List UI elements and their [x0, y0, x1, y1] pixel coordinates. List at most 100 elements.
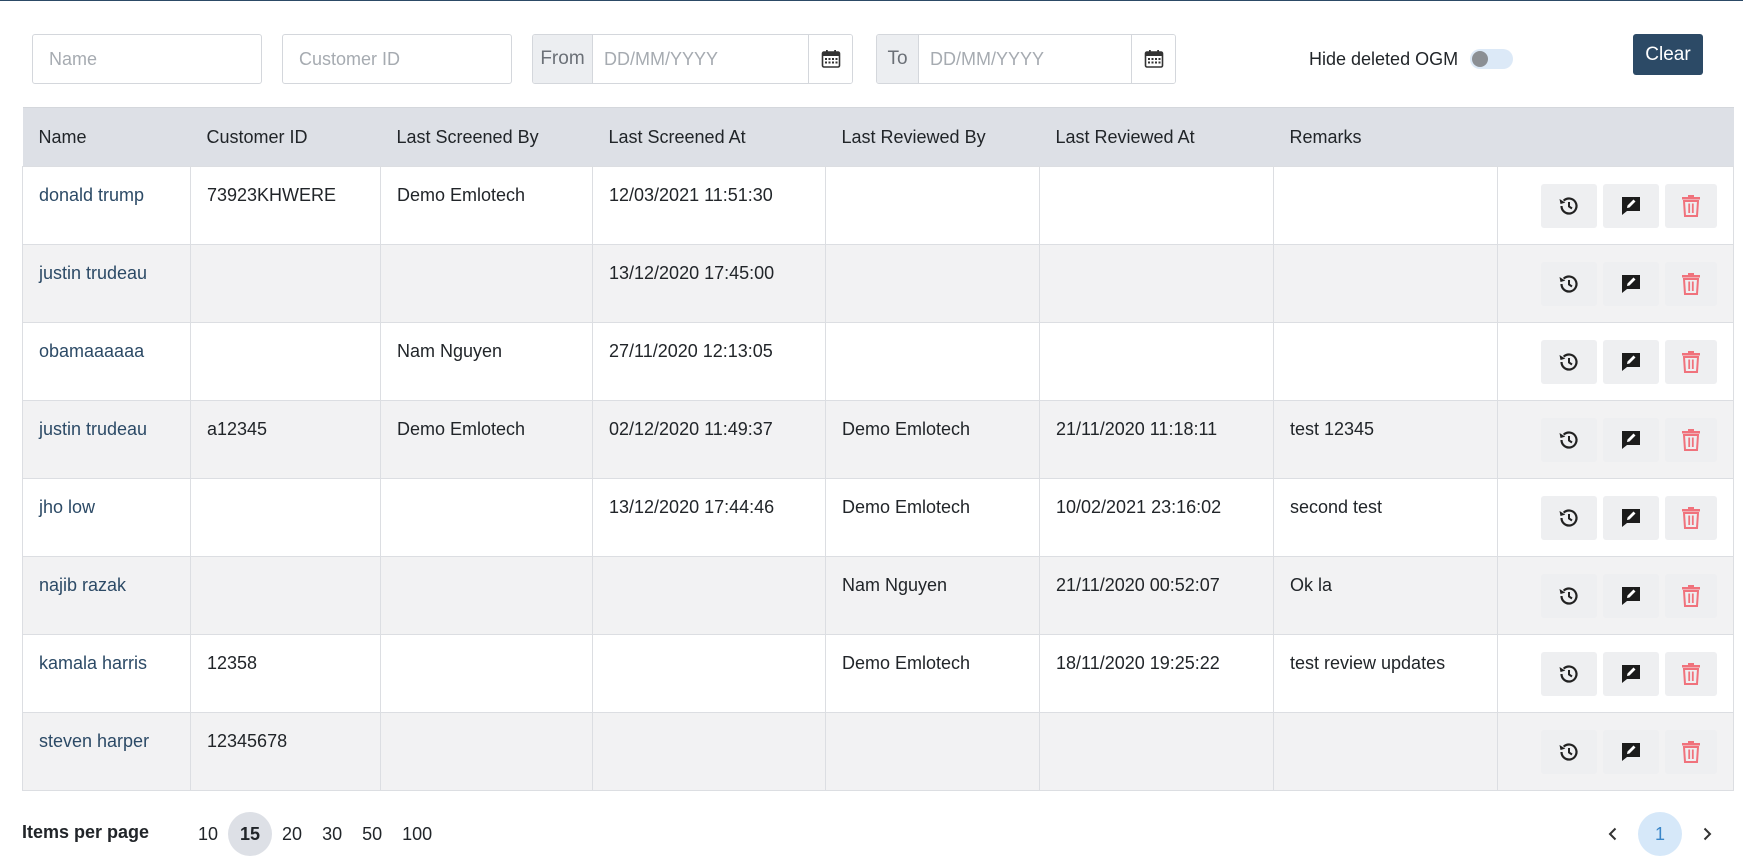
history-icon — [1559, 508, 1578, 527]
cell-last-screened-by: Demo Emlotech — [380, 166, 593, 245]
chevron-left-icon — [1608, 827, 1617, 841]
cell-name: najib razak — [22, 556, 191, 635]
delete-button[interactable] — [1665, 417, 1717, 462]
delete-button[interactable] — [1665, 261, 1717, 306]
cell-last-reviewed-at: 18/11/2020 19:25:22 — [1039, 634, 1274, 713]
cell-last-reviewed-at: 21/11/2020 11:18:11 — [1039, 400, 1274, 479]
cell-remarks: test 12345 — [1273, 400, 1498, 479]
cell-last-screened-at: 27/11/2020 12:13:05 — [592, 322, 826, 401]
to-date-input[interactable] — [919, 35, 1131, 83]
review-button[interactable] — [1603, 729, 1659, 774]
cell-last-reviewed-by: Demo Emlotech — [825, 634, 1040, 713]
row-actions — [1514, 651, 1717, 696]
history-button[interactable] — [1541, 495, 1597, 540]
review-button[interactable] — [1603, 573, 1659, 618]
customer-name-link[interactable]: najib razak — [39, 575, 126, 595]
review-button[interactable] — [1603, 183, 1659, 228]
history-button[interactable] — [1541, 261, 1597, 306]
items-per-page-options: 10 15 20 30 50 100 — [188, 812, 442, 856]
delete-button[interactable] — [1665, 183, 1717, 228]
cell-customer-id: 12358 — [190, 634, 381, 713]
comment-edit-icon — [1622, 196, 1640, 215]
cell-last-screened-by — [380, 712, 593, 791]
comment-edit-icon — [1622, 430, 1640, 449]
delete-button[interactable] — [1665, 651, 1717, 696]
cell-customer-id: 12345678 — [190, 712, 381, 791]
customer-name-link[interactable]: donald trump — [39, 185, 144, 205]
column-header-last-reviewed-at[interactable]: Last Reviewed At — [1039, 107, 1274, 167]
cell-customer-id — [190, 244, 381, 323]
column-header-remarks[interactable]: Remarks — [1273, 107, 1498, 167]
column-header-last-screened-at[interactable]: Last Screened At — [592, 107, 826, 167]
history-button[interactable] — [1541, 651, 1597, 696]
prev-page-button[interactable] — [1598, 812, 1628, 856]
hide-deleted-toggle-group: Hide deleted OGM — [1309, 34, 1514, 84]
from-date-input[interactable] — [593, 35, 808, 83]
column-header-last-reviewed-by[interactable]: Last Reviewed By — [825, 107, 1040, 167]
cell-last-screened-at: 13/12/2020 17:45:00 — [592, 244, 826, 323]
table-header-row: Name Customer ID Last Screened By Last S… — [22, 107, 1734, 167]
cell-remarks — [1273, 166, 1498, 245]
customer-name-link[interactable]: justin trudeau — [39, 263, 147, 283]
cell-name: justin trudeau — [22, 400, 191, 479]
to-calendar-button[interactable] — [1131, 35, 1175, 83]
column-header-customer-id[interactable]: Customer ID — [190, 107, 381, 167]
customer-name-link[interactable]: justin trudeau — [39, 419, 147, 439]
review-button[interactable] — [1603, 495, 1659, 540]
cell-name: steven harper — [22, 712, 191, 791]
items-per-page-option-50[interactable]: 50 — [352, 812, 392, 856]
cell-actions — [1497, 478, 1734, 557]
trash-icon — [1682, 740, 1700, 763]
row-actions — [1514, 417, 1717, 462]
clear-button[interactable]: Clear — [1633, 34, 1703, 75]
hide-deleted-toggle[interactable] — [1470, 49, 1514, 69]
items-per-page-option-20[interactable]: 20 — [272, 812, 312, 856]
customer-name-link[interactable]: jho low — [39, 497, 95, 517]
items-per-page-option-100[interactable]: 100 — [392, 812, 442, 856]
review-button[interactable] — [1603, 417, 1659, 462]
review-button[interactable] — [1603, 651, 1659, 696]
pager: 1 — [1598, 812, 1722, 856]
review-button[interactable] — [1603, 261, 1659, 306]
cell-last-screened-by — [380, 244, 593, 323]
cell-last-reviewed-by — [825, 712, 1040, 791]
top-border — [0, 0, 1743, 1]
toggle-knob — [1472, 51, 1489, 67]
history-button[interactable] — [1541, 573, 1597, 618]
delete-button[interactable] — [1665, 339, 1717, 384]
customer-name-link[interactable]: obamaaaaaa — [39, 341, 144, 361]
table-row: justin trudeau 13/12/2020 17:45:00 — [22, 244, 1734, 323]
items-per-page-option-30[interactable]: 30 — [312, 812, 352, 856]
from-calendar-button[interactable] — [808, 35, 852, 83]
history-button[interactable] — [1541, 183, 1597, 228]
delete-button[interactable] — [1665, 573, 1717, 618]
page-button-current[interactable]: 1 — [1638, 812, 1682, 856]
comment-edit-icon — [1622, 586, 1640, 605]
column-header-last-screened-by[interactable]: Last Screened By — [380, 107, 593, 167]
from-date-group: From — [532, 34, 853, 84]
cell-remarks — [1273, 322, 1498, 401]
items-per-page-option-15[interactable]: 15 — [228, 812, 273, 856]
delete-button[interactable] — [1665, 495, 1717, 540]
name-filter-input[interactable] — [32, 34, 262, 84]
cell-name: jho low — [22, 478, 191, 557]
next-page-button[interactable] — [1692, 812, 1722, 856]
cell-last-reviewed-by: Nam Nguyen — [825, 556, 1040, 635]
cell-actions — [1497, 322, 1734, 401]
trash-icon — [1682, 350, 1700, 373]
comment-edit-icon — [1622, 274, 1640, 293]
review-button[interactable] — [1603, 339, 1659, 384]
customer-name-link[interactable]: kamala harris — [39, 653, 147, 673]
column-header-name[interactable]: Name — [22, 107, 191, 167]
customer-name-link[interactable]: steven harper — [39, 731, 149, 751]
trash-icon — [1682, 506, 1700, 529]
history-button[interactable] — [1541, 417, 1597, 462]
cell-last-reviewed-by: Demo Emlotech — [825, 478, 1040, 557]
customer-id-filter-input[interactable] — [282, 34, 512, 84]
history-button[interactable] — [1541, 729, 1597, 774]
history-button[interactable] — [1541, 339, 1597, 384]
cell-remarks: Ok la — [1273, 556, 1498, 635]
delete-button[interactable] — [1665, 729, 1717, 774]
trash-icon — [1682, 428, 1700, 451]
items-per-page-option-10[interactable]: 10 — [188, 812, 228, 856]
